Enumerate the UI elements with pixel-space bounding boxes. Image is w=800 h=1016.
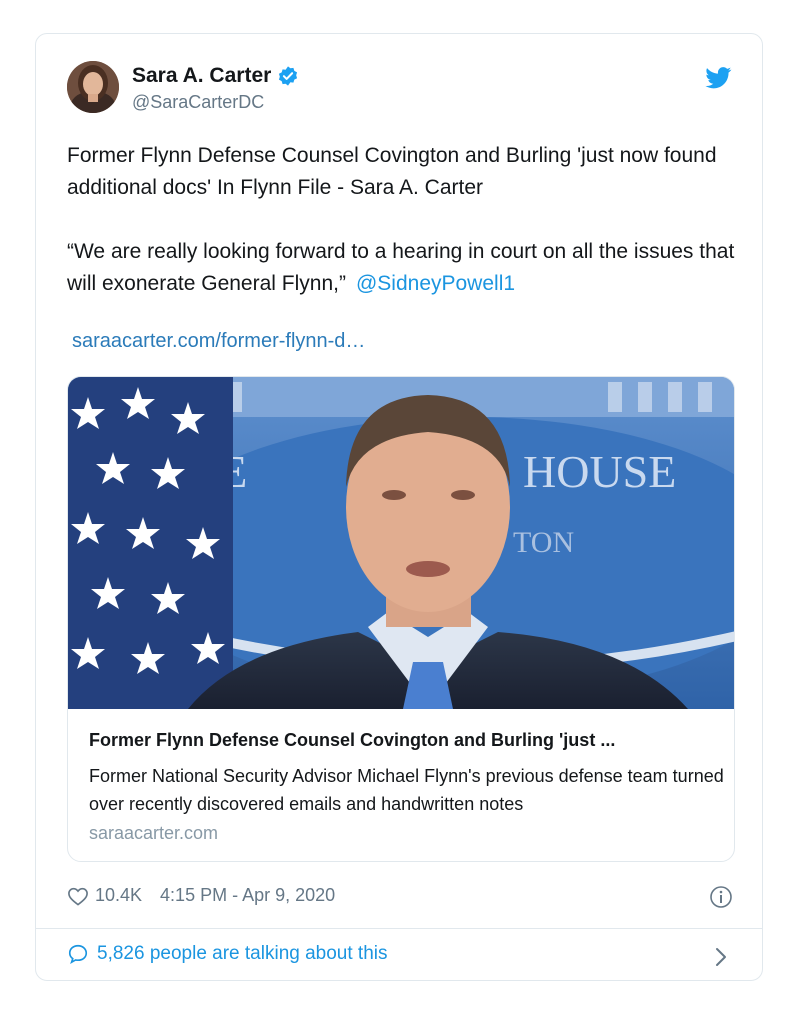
conversation-count[interactable]: 5,826 people are talking about this [97,943,388,965]
timestamp[interactable]: 4:15 PM - Apr 9, 2020 [160,885,335,906]
tweet-meta: 10.4K 4:15 PM - Apr 9, 2020 [67,885,335,906]
tweet-link[interactable]: saraacarter.com/former-flynn-d… [72,330,365,353]
tweet-text: Former Flynn Defense Counsel Covington a… [67,140,737,300]
heart-icon[interactable] [67,886,89,906]
mention-link[interactable]: @SidneyPowell1 [356,272,515,295]
sign-text-sub: TON [513,526,574,559]
verified-badge-icon [279,66,298,86]
tweet-card[interactable]: Sara A. Carter @SaraCarterDC Former Flyn… [35,33,763,981]
twitter-bird-icon[interactable] [705,67,732,89]
sign-text-right: HOUSE [523,446,676,497]
tweet-text-para1: Former Flynn Defense Counsel Covington a… [67,144,717,199]
speech-bubble-icon [68,944,88,965]
conversation-link[interactable]: 5,826 people are talking about this [67,943,388,965]
author-row[interactable]: Sara A. Carter [132,64,299,88]
tweet-text-para2: “We are really looking forward to a hear… [67,236,737,300]
link-preview-card[interactable]: HE HOUSE TON [67,376,735,862]
author-name[interactable]: Sara A. Carter [132,64,271,88]
link-preview-image: HE HOUSE TON [68,377,734,709]
avatar-image [67,61,119,113]
divider [36,928,762,929]
avatar[interactable] [67,61,119,113]
link-card-domain: saraacarter.com [89,823,219,843]
info-icon[interactable] [709,885,733,909]
author-handle[interactable]: @SaraCarterDC [132,92,264,113]
chevron-right-icon[interactable] [714,946,728,968]
link-card-description: Former National Security Advisor Michael… [89,766,724,814]
like-count[interactable]: 10.4K [95,885,142,906]
link-card-title[interactable]: Former Flynn Defense Counsel Covington a… [89,730,719,751]
